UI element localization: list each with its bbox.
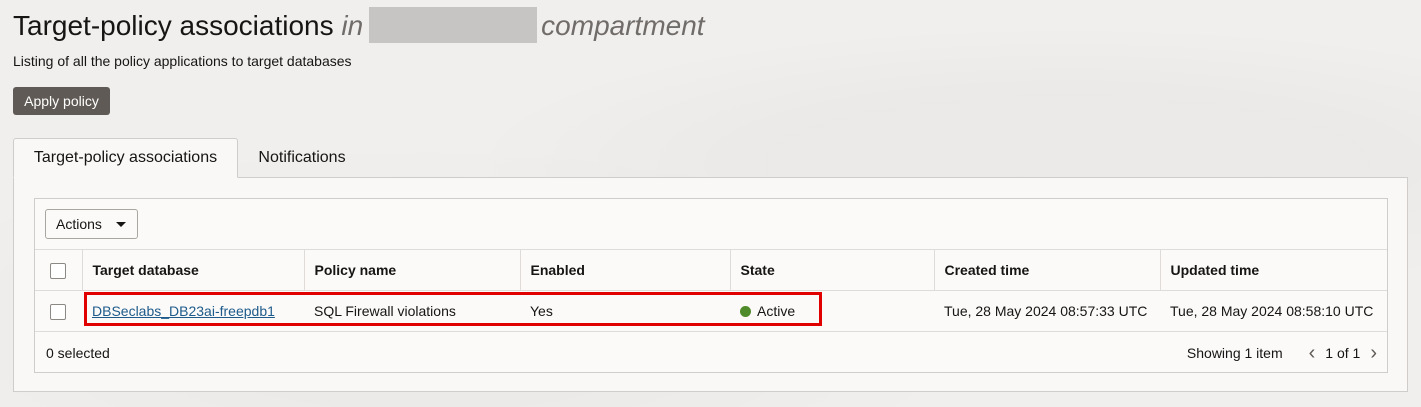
page-title-text: Target-policy associations [13,10,334,41]
redacted-compartment-name [369,7,538,43]
status-active-icon [740,306,751,317]
row-checkbox[interactable] [50,303,66,320]
state-label: Active [757,303,796,319]
associations-table-container: Actions Target database Policy name Enab… [34,198,1388,373]
cell-enabled: Yes [520,290,730,332]
tab-target-policy-associations[interactable]: Target-policy associations [13,138,238,178]
select-all-checkbox[interactable] [50,262,66,279]
col-updated-time[interactable]: Updated time [1160,249,1387,291]
apply-policy-button[interactable]: Apply policy [13,87,110,115]
cell-updated-time: Tue, 28 May 2024 08:58:10 UTC [1160,290,1387,332]
cell-target-database: DBSeclabs_DB23ai-freepdb1 [82,290,304,332]
col-target-database[interactable]: Target database [82,249,305,291]
actions-label: Actions [56,216,102,232]
col-enabled[interactable]: Enabled [520,249,731,291]
cell-created-time: Tue, 28 May 2024 08:57:33 UTC [934,290,1160,332]
cell-policy-name: SQL Firewall violations [304,290,520,332]
select-all-cell [35,249,83,291]
selected-count: 0 selected [46,345,110,361]
page-title-in: in [341,10,364,41]
chevron-left-icon[interactable]: ‹ [1309,343,1316,363]
col-state[interactable]: State [730,249,935,291]
page-indicator: 1 of 1 [1325,345,1361,361]
showing-count: Showing 1 item [1186,345,1283,361]
chevron-right-icon[interactable]: › [1370,343,1377,363]
actions-menu-button[interactable]: Actions [45,209,138,239]
col-policy-name[interactable]: Policy name [304,249,521,291]
table-footer: 0 selected Showing 1 item ‹ 1 of 1 › [35,333,1387,373]
page-title-compartment: compartment [541,10,705,41]
cell-state: Active [730,290,934,332]
row-select-cell [35,290,82,332]
target-database-link[interactable]: DBSeclabs_DB23ai-freepdb1 [92,303,275,319]
table-header-row: Target database Policy name Enabled Stat… [35,249,1387,291]
col-created-time[interactable]: Created time [934,249,1161,291]
tab-notifications[interactable]: Notifications [238,138,366,178]
associations-table: Target database Policy name Enabled Stat… [35,249,1387,332]
chevron-down-icon [115,221,126,227]
page-subtitle: Listing of all the policy applications t… [13,53,352,69]
page-title: Target-policy associations in compartment [13,7,705,45]
pagination: Showing 1 item ‹ 1 of 1 › [1187,343,1377,363]
table-row: DBSeclabs_DB23ai-freepdb1 SQL Firewall v… [35,290,1387,332]
